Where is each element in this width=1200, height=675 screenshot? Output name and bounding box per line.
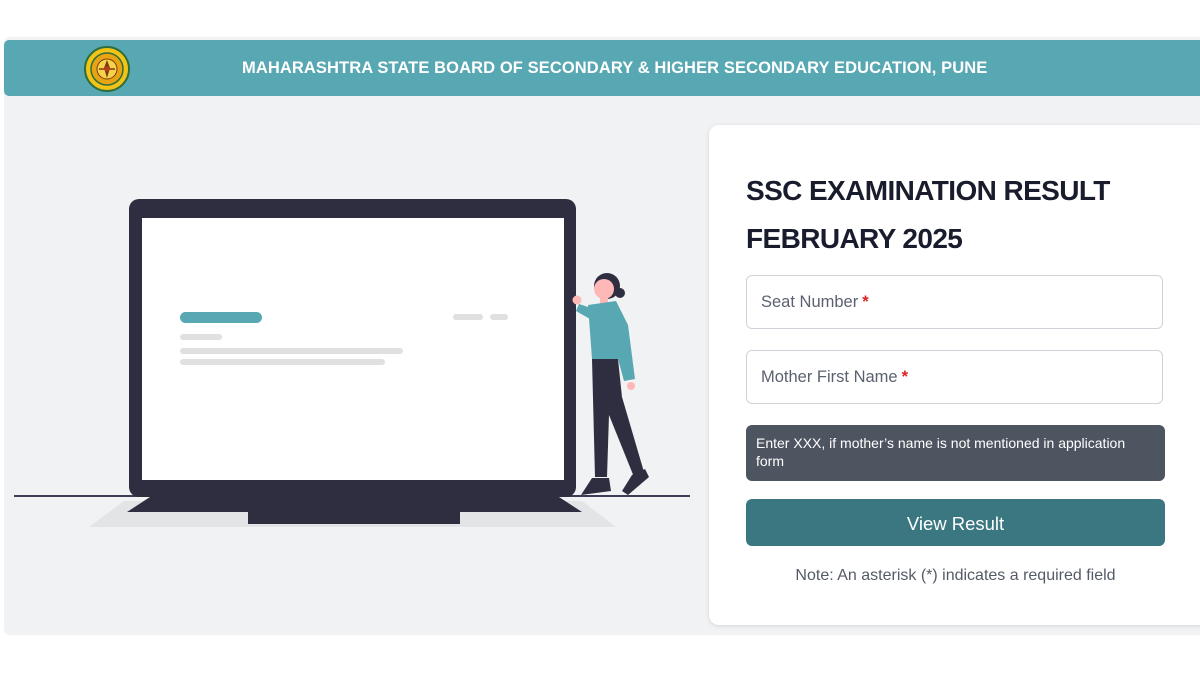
view-result-button[interactable]: View Result — [746, 499, 1165, 546]
board-title: MAHARASHTRA STATE BOARD OF SECONDARY & H… — [242, 59, 988, 77]
site-header: MAHARASHTRA STATE BOARD OF SECONDARY & H… — [4, 40, 1200, 96]
laptop-illustration — [14, 199, 690, 527]
exam-title-line1: SSC EXAMINATION RESULT — [746, 175, 1110, 206]
mother-first-name-input[interactable]: Mother First Name * — [746, 350, 1163, 404]
seat-number-placeholder: Seat Number — [761, 293, 859, 311]
required-mark: * — [862, 293, 869, 311]
page-frame: MAHARASHTRA STATE BOARD OF SECONDARY & H… — [4, 37, 1200, 635]
seat-number-input[interactable]: Seat Number * — [746, 275, 1163, 329]
required-mark: * — [901, 368, 909, 386]
required-field-note: Note: An asterisk (*) indicates a requir… — [795, 567, 1116, 584]
exam-title: SSC EXAMINATION RESULT FEBRUARY 2025 — [746, 167, 1166, 263]
board-emblem-icon — [84, 46, 130, 92]
mother-name-hint: Enter XXX, if mother’s name is not menti… — [746, 425, 1165, 481]
mother-name-placeholder: Mother First Name — [761, 368, 898, 386]
result-form-card: SSC EXAMINATION RESULT FEBRUARY 2025 Sea… — [709, 125, 1200, 625]
exam-title-line2: FEBRUARY 2025 — [746, 223, 963, 254]
